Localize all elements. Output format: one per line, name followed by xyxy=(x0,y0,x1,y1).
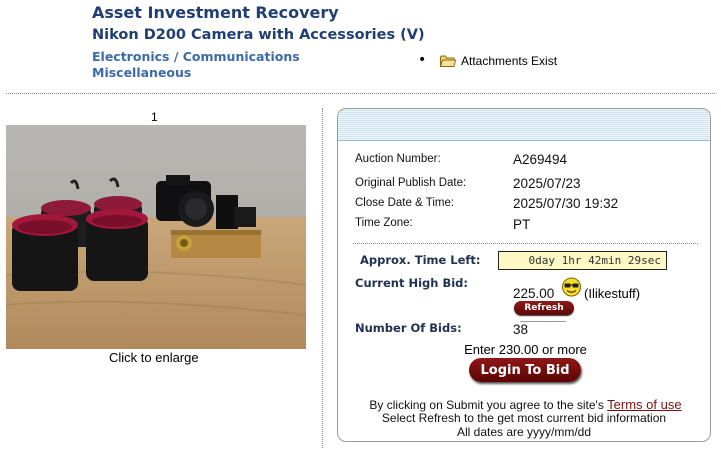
bullet: • xyxy=(418,52,427,68)
high-bid-label: Current High Bid: xyxy=(355,276,468,290)
photo-number: 1 xyxy=(151,110,158,124)
auction-number-value: A269494 xyxy=(513,152,568,167)
time-zone-label: Time Zone: xyxy=(355,217,413,229)
attachments-label: Attachments Exist xyxy=(461,54,558,68)
publish-date-value: 2025/07/23 xyxy=(513,176,581,191)
num-bids-label: Number Of Bids: xyxy=(355,321,462,335)
panel-divider xyxy=(353,243,698,244)
section-divider xyxy=(6,93,715,94)
terms-of-use-link[interactable]: Terms of use xyxy=(607,397,681,412)
folder-icon xyxy=(440,55,456,67)
auction-number-label: Auction Number: xyxy=(355,153,441,165)
panel-header-band xyxy=(338,109,710,141)
attachments-indicator[interactable]: Attachments Exist xyxy=(440,54,557,68)
refresh-button[interactable]: Refresh xyxy=(514,301,574,315)
terms-notice-text: By clicking on Submit you agree to the s… xyxy=(369,398,604,412)
login-to-bid-button[interactable]: Login To Bid xyxy=(469,358,581,382)
camera-photo-image xyxy=(6,125,306,349)
close-date-label: Close Date & Time: xyxy=(355,197,455,209)
time-left-label: Approx. Time Left: xyxy=(360,253,481,267)
num-bids-value: 38 xyxy=(513,322,529,337)
high-bidder-name: (Ilikestuff) xyxy=(584,286,641,301)
company-title: Asset Investment Recovery xyxy=(92,3,339,22)
high-bid-value: 225.00 xyxy=(513,286,555,301)
publish-date-label: Original Publish Date: xyxy=(355,177,467,189)
time-zone-value: PT xyxy=(513,217,531,232)
auction-panel: Auction Number: A269494 Original Publish… xyxy=(337,108,711,442)
item-title: Nikon D200 Camera with Accessories (V) xyxy=(92,27,425,43)
terms-notice: By clicking on Submit you agree to the s… xyxy=(338,397,710,412)
min-bid-instruction: Enter 230.00 or more xyxy=(464,342,587,357)
enlarge-caption[interactable]: Click to enlarge xyxy=(109,350,199,365)
close-date-value: 2025/07/30 19:32 xyxy=(513,196,619,211)
category-link-miscellaneous[interactable]: Miscellaneous xyxy=(92,65,191,80)
refresh-notice: Select Refresh to the get most current b… xyxy=(381,411,667,425)
smiley-sunglasses-icon xyxy=(562,277,581,297)
date-format-notice: All dates are yyyy/mm/dd xyxy=(456,425,592,439)
item-photo[interactable] xyxy=(6,125,306,349)
time-left-countdown: 0day 1hr 42min 29sec xyxy=(498,251,667,270)
column-divider xyxy=(322,108,323,448)
category-link-electronics[interactable]: Electronics / Communications xyxy=(92,49,300,64)
